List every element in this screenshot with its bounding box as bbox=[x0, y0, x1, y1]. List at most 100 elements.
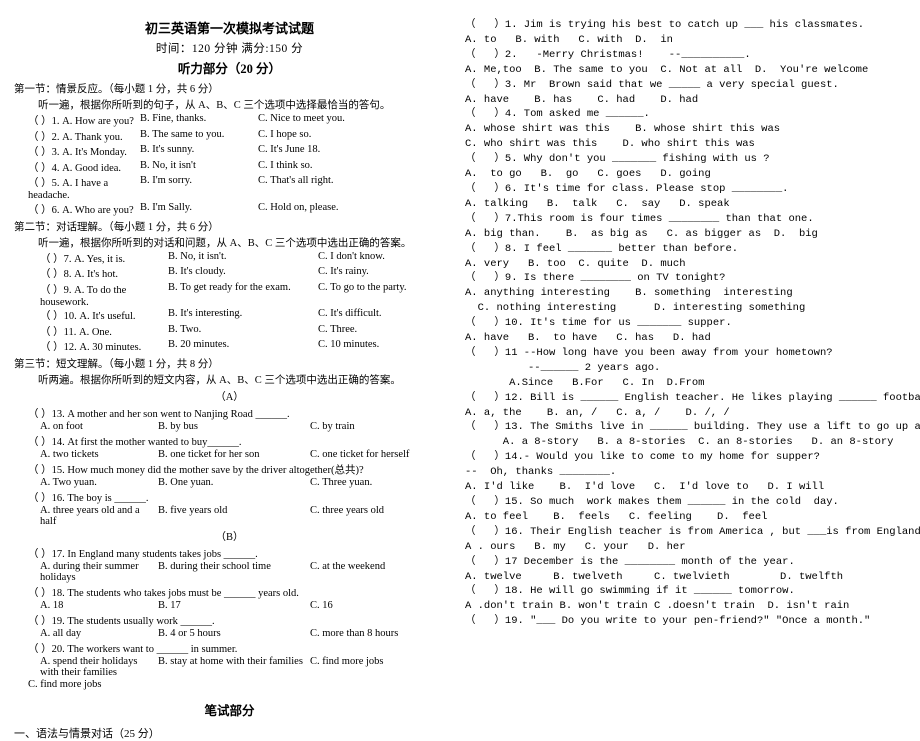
option-a: A. 18 bbox=[40, 600, 64, 611]
option-a: A. on foot bbox=[40, 421, 83, 432]
option-b: B. To get ready for the exam. bbox=[168, 281, 291, 293]
question-stem: （ ）17. In England many students takes jo… bbox=[28, 548, 258, 560]
question-stem: （ ）9. A. To do the housework. bbox=[40, 284, 127, 308]
part3-heading: 第三节：短文理解。（每小题 1 分，共 8 分） bbox=[14, 359, 219, 370]
option-b: B. 17 bbox=[158, 600, 181, 611]
option-a: A. two tickets bbox=[40, 449, 99, 460]
question-line: （ ）14.- Would you like to come to my hom… bbox=[465, 451, 820, 464]
part2-heading: 第二节：对话理解。（每小题 1 分，共 6 分） bbox=[14, 221, 219, 233]
question-stem: （ ）7. A. Yes, it is. bbox=[40, 253, 126, 265]
option-row: A. Two yuan. B. One yuan. C. Three yuan. bbox=[14, 477, 445, 488]
question-row: （ ）1. A. How are you? B. Fine, thanks. C… bbox=[14, 113, 445, 128]
option-b: B. by bus bbox=[158, 421, 198, 432]
option-a: B. The same to you. bbox=[140, 128, 225, 140]
option-a: B. I'm Sally. bbox=[140, 201, 192, 213]
question-line: （ ）3. Mr Brown said that we _____ a very… bbox=[465, 78, 839, 91]
option-b: B. It's interesting. bbox=[168, 308, 243, 319]
right-column: （ ）1. Jim is trying his best to catch up… bbox=[455, 18, 920, 650]
option-row: A. on foot B. by bus C. by train bbox=[14, 421, 445, 432]
question-line: （ ）12. Bill is ______ English teacher. H… bbox=[465, 391, 920, 404]
option-row: A. 18 B. 17 C. 16 bbox=[14, 600, 445, 611]
option-c: C. Three yuan. bbox=[310, 477, 373, 488]
question-stem: （ ）15. How much money did the mother sav… bbox=[28, 464, 364, 476]
option-row: A. all day B. 4 or 5 hours C. more than … bbox=[14, 628, 445, 639]
option-a: A. all day bbox=[40, 628, 82, 639]
question-stem: （ ）3. A. It's Monday. bbox=[28, 147, 127, 158]
option-a: B. I'm sorry. bbox=[140, 175, 192, 186]
option-row: A. three years old and a half B. five ye… bbox=[14, 505, 445, 527]
option-b: B. It's cloudy. bbox=[168, 266, 226, 277]
option-c: C. one ticket for herself bbox=[310, 449, 410, 460]
question-row: （ ）7. A. Yes, it is. B. No, it isn't. C.… bbox=[14, 251, 445, 266]
question-stem: （ ）18. The students who takes jobs must … bbox=[28, 587, 299, 599]
option-c: C. It's rainy. bbox=[318, 266, 369, 277]
option-b: B. 4 or 5 hours bbox=[158, 628, 221, 639]
option-line: A. Me,too B. The same to you C. Not at a… bbox=[465, 63, 869, 76]
option-c: C. Three. bbox=[318, 323, 358, 335]
option-b: B. 20 minutes. bbox=[168, 339, 230, 350]
option-c: C. three years old bbox=[310, 505, 385, 516]
option-a: B. Fine, thanks. bbox=[140, 113, 207, 124]
question-line: （ ）10. It's time for us _______ supper. bbox=[465, 317, 732, 330]
question-row: （ ）5. A. I have a headache. B. I'm sorry… bbox=[14, 175, 445, 201]
option-line: A. twelve B. twelveth C. twelvieth D. tw… bbox=[465, 570, 844, 583]
passage-a-label: （A） bbox=[215, 392, 244, 403]
option-c-wrap: C. find more jobs bbox=[28, 678, 102, 690]
option-line: A . ours B. my C. your D. her bbox=[465, 540, 686, 553]
part3-instruction: 听两遍。根据你所听到的短文内容，从 A、B、C 三个选项中选出正确的答案。 bbox=[38, 375, 401, 386]
part2-instruction: 听一遍，根据你所听到的对话和问题，从 A、B、C 三个选项中选出正确的答案。 bbox=[38, 237, 412, 249]
question-line: （ ）2. -Merry Christmas! --__________. bbox=[465, 48, 751, 61]
two-column-layout: 初三英语第一次模拟考试试题 时间：120 分钟 满分:150 分 听力部分（20… bbox=[0, 0, 920, 740]
passage-b-label: （B） bbox=[215, 532, 244, 543]
option-line: A. talking B. talk C. say D. speak bbox=[465, 197, 730, 210]
part1-instruction: 听一遍，根据你所听到的句子，从 A、B、C 三个选项中选择最恰当的答句。 bbox=[38, 100, 391, 111]
option-b: B. Two. bbox=[168, 323, 202, 335]
question-line: （ ）6. It's time for class. Please stop _… bbox=[465, 182, 789, 195]
question-line: （ ）13. The Smiths live in ______ buildin… bbox=[465, 421, 920, 434]
question-row: （ ）3. A. It's Monday. B. It's sunny. C. … bbox=[14, 144, 445, 159]
option-b: C. I think so. bbox=[258, 159, 313, 171]
option-line: A. to B. with C. with D. in bbox=[465, 33, 673, 46]
question-line: （ ）8. I feel _______ better than before. bbox=[465, 242, 739, 255]
question-line: （ ）7.This room is four times ________ th… bbox=[465, 212, 814, 225]
option-c: C. at the weekend bbox=[310, 561, 386, 572]
option-b: B. one ticket for her son bbox=[158, 449, 260, 460]
question-stem: （ ）1. A. How are you? bbox=[28, 116, 134, 127]
option-b: B. stay at home with their families bbox=[158, 656, 303, 667]
question-line: （ ）16. Their English teacher is from Ame… bbox=[465, 525, 920, 538]
question-stem: （ ）10. A. It's useful. bbox=[40, 311, 136, 322]
option-b: C. Nice to meet you. bbox=[258, 113, 345, 124]
option-line: A. to feel B. feels C. feeling D. feel bbox=[465, 510, 768, 523]
question-line: （ ）11 --How long have you been away from… bbox=[465, 346, 833, 359]
written-section-header: 笔试部分 bbox=[204, 703, 255, 718]
option-b: B. No, it isn't. bbox=[168, 250, 227, 262]
question-stem: （ ）13. A mother and her son went to Nanj… bbox=[28, 408, 290, 420]
option-line: A. I'd like B. I'd love C. I'd love to D… bbox=[465, 481, 825, 494]
option-line: A.Since B.For C. In D.From bbox=[465, 376, 705, 389]
question-line: （ ）18. He will go swimming if it ______ … bbox=[465, 585, 795, 598]
option-row: A. during their summer holidays B. durin… bbox=[14, 561, 445, 583]
question-stem: （ ）4. A. Good idea. bbox=[28, 162, 122, 174]
option-c: C. more than 8 hours bbox=[310, 628, 399, 639]
question-row: （ ）11. A. One. B. Two. C. Three. bbox=[14, 324, 445, 339]
question-row: （ ）8. A. It's hot. B. It's cloudy. C. It… bbox=[14, 266, 445, 281]
option-line: A. a 8-story B. a 8-stories C. an 8-stor… bbox=[465, 436, 894, 449]
option-c: C. find more jobs bbox=[310, 656, 384, 667]
option-line: A. whose shirt was this B. whose shirt t… bbox=[465, 123, 781, 136]
option-line: A. very B. too C. quite D. much bbox=[465, 257, 686, 270]
question-row: （ ）10. A. It's useful. B. It's interesti… bbox=[14, 308, 445, 323]
question-line: （ ）9. Is there ________ on TV tonight? bbox=[465, 272, 726, 285]
option-a: A. three years old and a half bbox=[40, 505, 140, 527]
question-row: （ ）9. A. To do the housework. B. To get … bbox=[14, 282, 445, 308]
option-a: A. spend their holidays with their famil… bbox=[40, 656, 138, 678]
option-line: A. big than. B. as big as C. as bigger a… bbox=[465, 227, 818, 240]
question-stem: （ ）12. A. 30 minutes. bbox=[40, 342, 142, 353]
option-line: -- Oh, thanks ________. bbox=[465, 466, 617, 479]
page-title: 初三英语第一次模拟考试试题 bbox=[144, 21, 314, 36]
option-b: B. five years old bbox=[158, 505, 228, 516]
part1-heading: 第一节：情景反应。（每小题 1 分，共 6 分） bbox=[14, 84, 219, 95]
question-stem: （ ）16. The boy is ______. bbox=[28, 492, 149, 504]
question-row: （ ）4. A. Good idea. B. No, it isn't C. I… bbox=[14, 160, 445, 175]
question-line: （ ）19. "___ Do you write to your pen-fri… bbox=[465, 615, 871, 628]
question-stem: （ ）14. At first the mother wanted to buy… bbox=[28, 436, 242, 448]
